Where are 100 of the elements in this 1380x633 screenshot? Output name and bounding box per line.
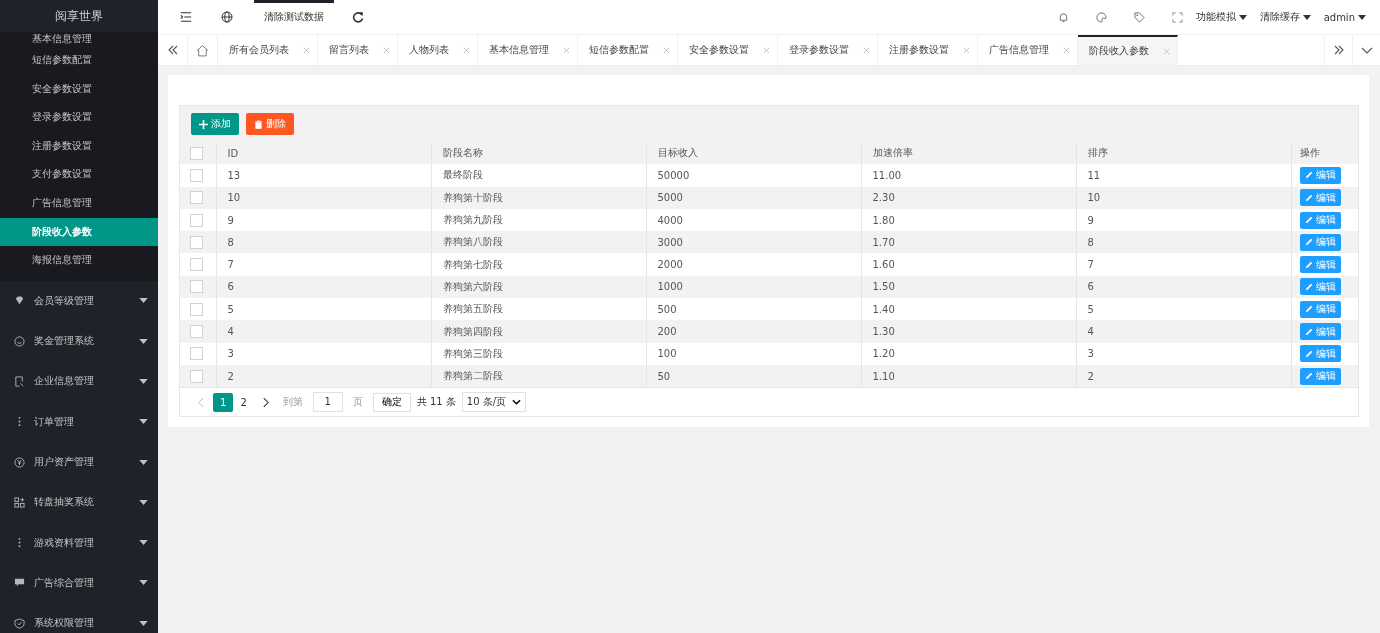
bell-icon[interactable] [1057, 11, 1069, 23]
pencil-icon [1304, 216, 1313, 225]
table-cell: 100 [657, 348, 677, 360]
confirm-button[interactable]: 确定 [372, 392, 411, 412]
row-checkbox[interactable] [190, 235, 203, 249]
header-menu[interactable]: 清除缓存 [1259, 10, 1311, 24]
close-icon[interactable] [383, 46, 390, 54]
sidebar-item[interactable]: 广告信息管理 [0, 188, 158, 218]
header-menu[interactable]: 功能模拟 [1195, 10, 1247, 24]
close-icon[interactable] [963, 46, 970, 54]
close-icon[interactable] [463, 46, 470, 54]
row-checkbox[interactable] [190, 347, 203, 361]
sidebar-item[interactable]: 注册参数设置 [0, 131, 158, 161]
page-number[interactable]: 1 [213, 392, 234, 412]
palette-icon[interactable] [1095, 11, 1107, 23]
close-icon[interactable] [303, 46, 310, 54]
sidebar-item[interactable]: 登录参数设置 [0, 103, 158, 132]
caret-icon [1238, 14, 1247, 20]
select-all-checkbox[interactable] [190, 146, 203, 160]
next-page-icon[interactable] [261, 396, 269, 408]
sidebar-group[interactable]: 转盘抽奖系统 [0, 482, 158, 523]
table-cell: 3 [1087, 348, 1094, 360]
table-cell: 养狗第五阶段 [442, 303, 503, 315]
sidebar-group[interactable]: 系统权限管理 [0, 603, 158, 633]
sidebar-item[interactable]: 短信参数配置 [0, 46, 158, 75]
page-number[interactable]: 2 [233, 392, 254, 412]
table-cell: 1.60 [872, 259, 895, 271]
close-icon[interactable] [663, 46, 670, 54]
tag-icon[interactable] [1133, 11, 1145, 23]
sidebar-item[interactable]: 海报信息管理 [0, 246, 158, 275]
row-checkbox[interactable] [190, 325, 203, 338]
table-cell: 2.30 [872, 192, 895, 204]
row-checkbox[interactable] [190, 302, 203, 316]
fullscreen-icon[interactable] [1171, 11, 1183, 23]
page-size-select[interactable]: 10 条/页 [461, 392, 527, 413]
apps-icon [14, 496, 25, 508]
table-cell: 5 [227, 303, 234, 315]
sidebar-group[interactable]: 会员等级管理 [0, 280, 158, 322]
pencil-icon [1304, 193, 1313, 202]
table-cell: 13 [227, 169, 241, 181]
close-icon[interactable] [763, 46, 770, 54]
row-checkbox[interactable] [190, 369, 203, 383]
globe-icon[interactable] [221, 11, 233, 23]
sidebar-item[interactable]: 支付参数设置 [0, 160, 158, 189]
close-icon[interactable] [1163, 47, 1170, 55]
total-count: 共 11 条 [416, 395, 456, 410]
page-tab[interactable]: 登录参数设置 [778, 35, 878, 65]
table-cell: 10 [1087, 192, 1101, 204]
sidebar-item[interactable]: 阶段收入参数 [0, 217, 158, 247]
table-cell: 养狗第十阶段 [442, 191, 503, 203]
caret-icon [1302, 14, 1311, 20]
table-cell: 养狗第二阶段 [442, 370, 503, 382]
row-checkbox[interactable] [190, 280, 203, 294]
row-checkbox[interactable] [190, 191, 203, 205]
column-header: 加速倍率 [872, 147, 913, 159]
page-tab[interactable]: 留言列表 [318, 35, 398, 65]
page-input[interactable]: 1 [312, 392, 343, 413]
sidebar-group[interactable]: 订单管理 [0, 401, 158, 442]
close-icon[interactable] [1063, 46, 1070, 54]
table-cell: 养狗第七阶段 [442, 258, 503, 270]
refresh-icon[interactable] [352, 11, 364, 23]
close-icon[interactable] [563, 46, 570, 54]
table-cell: 2 [1087, 370, 1094, 382]
table-cell: 1.70 [872, 236, 895, 248]
table-cell: 4000 [657, 214, 683, 226]
previous-page-icon[interactable] [198, 396, 205, 408]
column-header: 阶段名称 [442, 147, 483, 159]
table-cell: 7 [1087, 259, 1094, 271]
group-label: 奖金管理系统 [34, 334, 95, 349]
page-tab[interactable]: 短信参数配置 [578, 35, 678, 65]
close-icon[interactable] [863, 46, 870, 54]
double-left-chevron-icon [166, 44, 179, 56]
page-tab[interactable]: 人物列表 [398, 35, 478, 65]
page-tab[interactable]: 所有会员列表 [218, 35, 318, 65]
pencil-icon [1304, 171, 1313, 180]
table-cell: 1.40 [872, 303, 895, 315]
pencil-icon [1304, 238, 1313, 247]
sidebar-item[interactable]: 安全参数设置 [0, 74, 158, 104]
sidebar-group[interactable]: 广告综合管理 [0, 562, 158, 604]
sidebar-group[interactable]: 企业信息管理 [0, 361, 158, 402]
sidebar-item[interactable]: 基本信息管理 [0, 32, 158, 46]
row-checkbox[interactable] [190, 258, 203, 272]
sidebar-group[interactable]: 用户资产管理 [0, 441, 158, 483]
table-cell: 1.20 [872, 348, 895, 360]
sidebar-group[interactable]: 游戏资料管理 [0, 522, 158, 563]
row-checkbox[interactable] [190, 168, 203, 182]
page-tab[interactable]: 注册参数设置 [878, 35, 978, 65]
page-tab[interactable]: 阶段收入参数 [1078, 35, 1178, 65]
diamond-icon [14, 295, 25, 307]
sidebar-group[interactable]: 奖金管理系统 [0, 321, 158, 362]
page-tab[interactable]: 安全参数设置 [678, 35, 778, 65]
table-cell: 9 [227, 214, 234, 226]
header-menu[interactable]: admin [1323, 11, 1366, 23]
table-cell: 养狗第六阶段 [442, 280, 503, 292]
table-cell: 养狗第三阶段 [442, 347, 503, 359]
row-checkbox[interactable] [190, 213, 203, 227]
add-button[interactable]: 添加 [191, 113, 239, 135]
menu-icon[interactable] [180, 11, 192, 23]
page-tab[interactable]: 基本信息管理 [478, 35, 578, 65]
group-label: 订单管理 [34, 414, 75, 429]
